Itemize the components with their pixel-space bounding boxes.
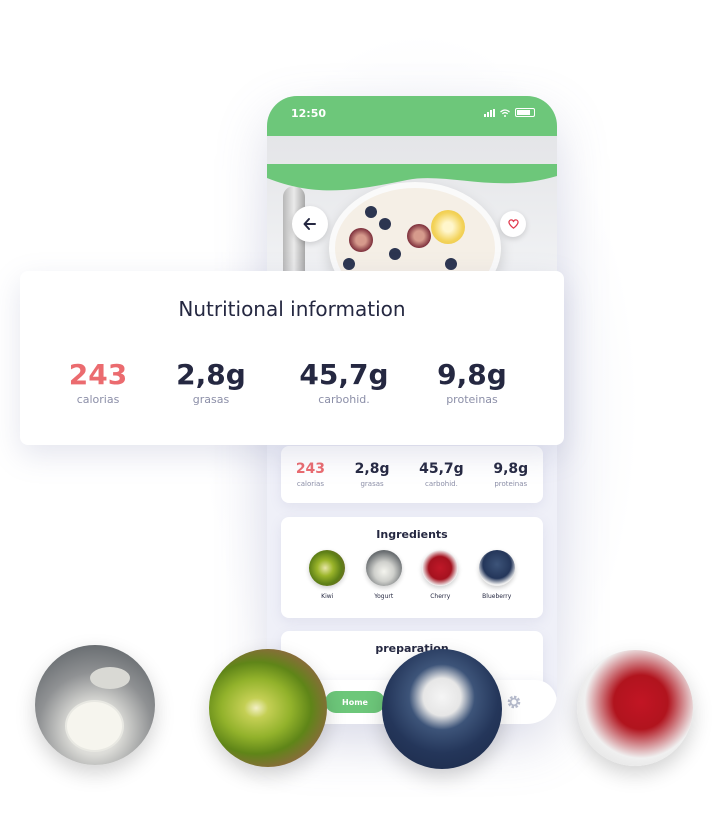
- nutrition-item-carbs: 45,7g carbohid.: [419, 461, 464, 488]
- blueberry-image: [365, 206, 377, 218]
- nutrition-value: 45,7g: [299, 358, 389, 391]
- nutrition-label: calorias: [296, 480, 324, 488]
- nutrition-value: 2,8g: [176, 358, 246, 391]
- nutrition-item-fat: 2,8g grasas: [151, 358, 271, 407]
- blueberry-photo: [382, 649, 502, 769]
- nav-home-button[interactable]: Home: [325, 691, 385, 713]
- nutrition-item-carbs: 45,7g carbohid.: [284, 358, 404, 407]
- nutrition-value: 9,8g: [437, 358, 507, 391]
- ingredient-label: Blueberry: [482, 593, 512, 600]
- nutrition-label: grasas: [192, 393, 230, 406]
- nutritional-information-title: Nutritional information: [178, 297, 406, 321]
- back-arrow-icon: [303, 218, 316, 230]
- cherry-photo: [577, 650, 693, 766]
- blueberry-image: [343, 258, 355, 270]
- yogurt-thumbnail: [365, 550, 402, 586]
- kiwi-photo: [209, 649, 327, 767]
- blueberry-thumbnail: [478, 550, 515, 586]
- ingredient-item-kiwi[interactable]: Kiwi: [309, 550, 346, 600]
- nutrition-label: grasas: [360, 480, 384, 488]
- gear-icon[interactable]: [506, 694, 522, 710]
- status-time: 12:50: [291, 107, 327, 120]
- nutrition-item-calories: 243 calorias: [38, 358, 158, 407]
- nutrition-value: 2,8g: [354, 461, 390, 477]
- nutrition-value: 45,7g: [419, 461, 464, 477]
- ingredient-label: Cherry: [430, 593, 451, 600]
- ingredient-item-blueberry[interactable]: Blueberry: [478, 550, 515, 600]
- ingredient-label: Yogurt: [374, 593, 394, 600]
- nutrition-label: proteinas: [446, 393, 498, 406]
- cherry-thumbnail: [422, 550, 459, 586]
- blueberry-image: [445, 258, 457, 270]
- ingredient-label: Kiwi: [321, 593, 334, 600]
- fig-image: [349, 228, 373, 252]
- nutrition-value: 243: [68, 358, 128, 391]
- blueberry-image: [389, 248, 401, 260]
- nutrition-value: 243: [295, 461, 326, 477]
- favorite-button[interactable]: [500, 211, 526, 237]
- header-wave: [267, 164, 557, 191]
- signal-icon: [484, 108, 495, 117]
- back-button[interactable]: [292, 206, 328, 242]
- nutrition-label: calorias: [76, 393, 120, 406]
- yogurt-spoon: [90, 667, 130, 689]
- preparation-title: preparation: [375, 642, 449, 655]
- lemon-image: [431, 210, 465, 244]
- ingredient-item-yogurt[interactable]: Yogurt: [365, 550, 402, 600]
- blueberry-image: [379, 218, 391, 230]
- yogurt-photo: [35, 645, 155, 765]
- ingredients-card: Ingredients Kiwi Yogurt Cherry Blueberry: [281, 517, 543, 618]
- nutrition-value: 9,8g: [493, 461, 529, 477]
- fig-image: [407, 224, 431, 248]
- nutrition-item-protein: 9,8g proteinas: [412, 358, 532, 407]
- nutrition-item-protein: 9,8g proteinas: [493, 461, 528, 488]
- hero-food-photo: [267, 134, 557, 284]
- wifi-icon: [500, 108, 510, 117]
- heart-icon: [507, 219, 519, 229]
- nutrition-item-fat: 2,8g grasas: [355, 461, 390, 488]
- ingredient-item-cherry[interactable]: Cherry: [422, 550, 459, 600]
- nutrition-label: proteinas: [494, 480, 528, 488]
- ingredients-title: Ingredients: [376, 528, 448, 541]
- yogurt-glass: [65, 700, 124, 752]
- nutrition-label: carbohid.: [318, 393, 370, 406]
- nutritional-information-card: Nutritional information 243 calorias 2,8…: [20, 271, 564, 445]
- nutrition-item-calories: 243 calorias: [296, 461, 325, 488]
- battery-icon: [515, 108, 535, 117]
- kiwi-thumbnail: [309, 550, 346, 586]
- nutrition-summary-card: 243 calorias 2,8g grasas 45,7g carbohid.…: [281, 446, 543, 503]
- status-bar: 12:50: [267, 96, 557, 136]
- nutrition-label: carbohid.: [425, 480, 458, 488]
